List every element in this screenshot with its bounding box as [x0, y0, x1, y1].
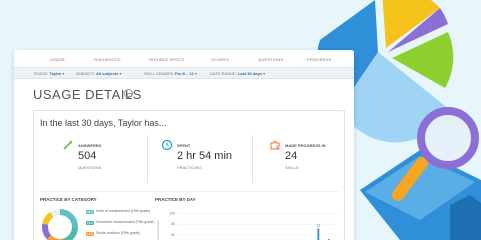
chevron-down-icon: ▾: [263, 71, 266, 76]
category-donut: [42, 209, 78, 240]
usage-card: In the last 30 days, Taylor has... Answe…: [33, 110, 345, 240]
filter-label: Subject:: [76, 71, 95, 76]
stat-label: Spent: [177, 143, 191, 148]
bar-data-label: 72: [316, 224, 320, 228]
filter-value: All subjects: [96, 71, 119, 76]
practice-by-day-chart: Questions answered10080604072: [156, 211, 337, 240]
stat-value: 504: [78, 150, 97, 162]
tab-diagnostic[interactable]: Diagnostic: [94, 57, 121, 62]
stat-value: 2 hr 54 min: [177, 150, 233, 162]
pencil-icon: [63, 140, 73, 150]
stat-label: Made progress in: [285, 143, 326, 148]
chevron-down-icon: ▾: [194, 71, 197, 76]
puzzle-icon: [270, 140, 280, 150]
category-label: Divide fractions (Fifth grade): [96, 231, 140, 235]
filter-value: Last 30 days: [237, 71, 262, 76]
filter-value: Pre-K - 12: [175, 71, 194, 76]
stat-answered: Answered 504 Questions: [62, 139, 142, 183]
tab-questions[interactable]: Questions: [258, 57, 283, 62]
cube-illustration: [450, 195, 481, 240]
stat-divider: [147, 135, 148, 183]
usage-panel: Usage Diagnostic Trouble spots Scores Qu…: [14, 50, 354, 240]
tab-progress[interactable]: Progress: [307, 57, 331, 62]
summary-text: In the last 30 days, Taylor has...: [40, 118, 167, 128]
category-label: Units of measurement (Fifth grade): [96, 209, 151, 213]
stat-label: Answered: [78, 143, 102, 148]
stat-progress: Made progress in 24 Skills: [269, 139, 344, 183]
clock-icon: [161, 139, 173, 151]
category-section-title: Practice by category: [40, 197, 97, 202]
filter-label: Date range:: [210, 71, 237, 76]
stage-filter[interactable]: Stage: Taylor ▾: [34, 71, 64, 76]
stat-value: 24: [285, 150, 298, 162]
skill-grades-filter[interactable]: Skill grades: Pre-K - 12 ▾: [144, 71, 197, 76]
y-axis-label: Questions answered: [156, 220, 160, 240]
y-tick-label: 60: [171, 233, 175, 237]
stat-sub: Questions: [78, 165, 102, 170]
tab-trouble-spots[interactable]: Trouble spots: [148, 57, 184, 62]
section-divider: [40, 191, 338, 192]
y-tick-label: 100: [169, 211, 175, 215]
date-range-filter[interactable]: Date range: Last 30 days ▾: [210, 71, 265, 76]
print-icon[interactable]: [124, 89, 133, 98]
filter-bar: Stage: Taylor ▾ Subject: All subjects ▾ …: [14, 68, 354, 79]
filter-value: Taylor: [49, 71, 62, 76]
tab-usage[interactable]: Usage: [50, 57, 65, 62]
tab-scores[interactable]: Scores: [211, 57, 229, 62]
subject-filter[interactable]: Subject: All subjects ▾: [76, 71, 122, 76]
stat-sub: Practicing: [177, 165, 202, 170]
stat-sub: Skills: [285, 165, 299, 170]
y-tick-label: 80: [171, 222, 175, 226]
stat-divider: [252, 135, 253, 183]
chevron-down-icon: ▾: [119, 71, 122, 76]
top-nav: Usage Diagnostic Trouble spots Scores Qu…: [14, 50, 354, 68]
category-percent: 25%: [86, 210, 94, 214]
category-percent: 21%: [86, 221, 94, 225]
day-section-title: Practice by day: [155, 197, 196, 202]
category-percent: 17%: [86, 232, 94, 236]
day-bar[interactable]: [317, 228, 320, 240]
filter-label: Skill grades:: [144, 71, 174, 76]
category-label: Geometric measurement (Fifth grade): [96, 220, 155, 224]
stat-spent: Spent 2 hr 54 min Practicing: [161, 139, 251, 183]
chevron-down-icon: ▾: [62, 71, 65, 76]
filter-label: Stage:: [34, 71, 49, 76]
